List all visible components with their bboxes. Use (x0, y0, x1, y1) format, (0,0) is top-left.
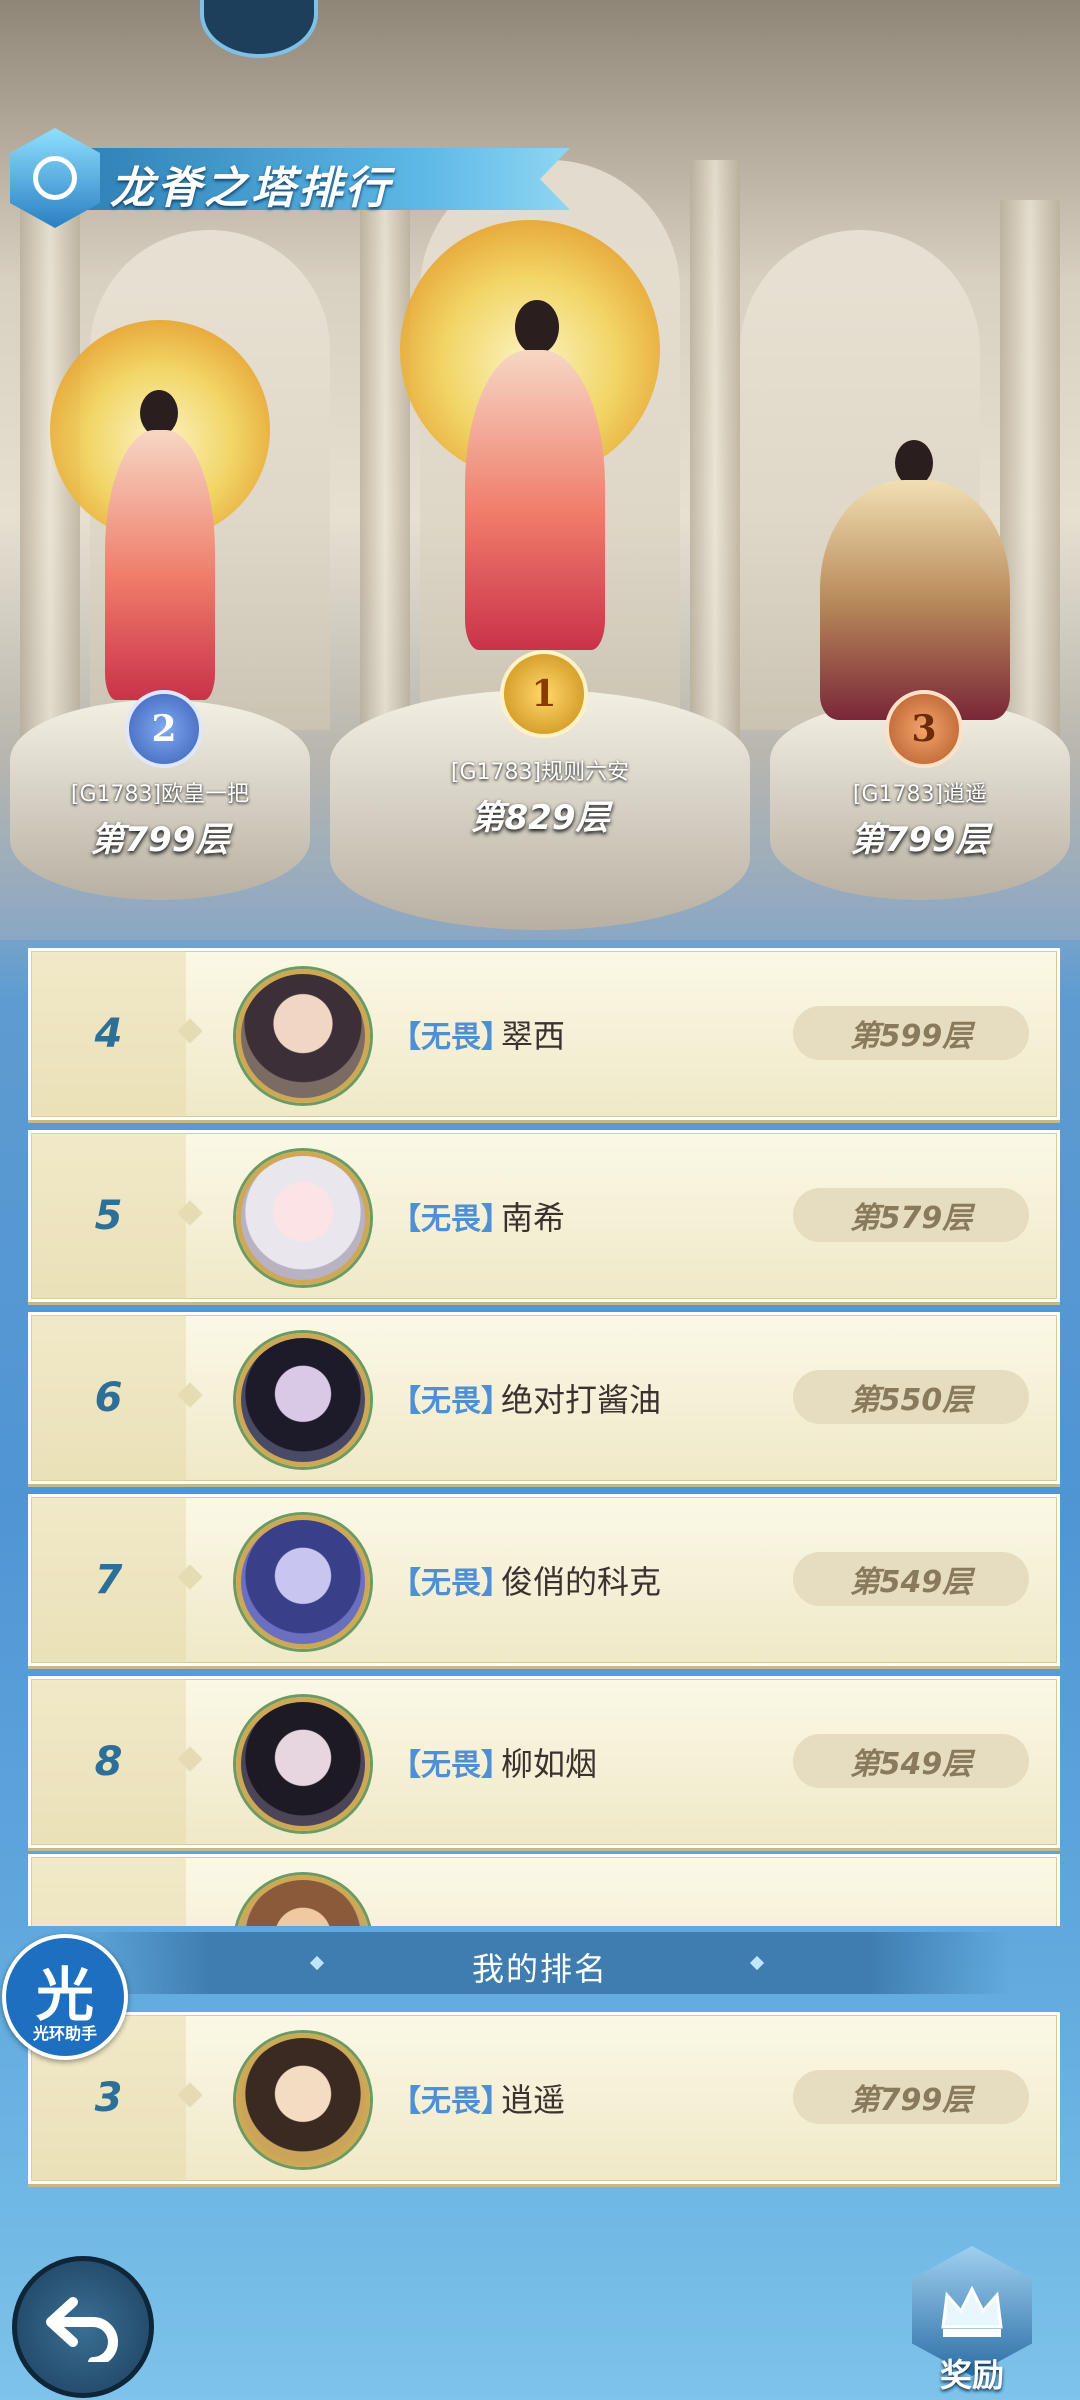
floor-badge: 第599层 (793, 1006, 1029, 1060)
ranking-row[interactable]: 4 【无畏】 翠西 第599层 (28, 948, 1060, 1120)
avatar[interactable] (236, 969, 370, 1103)
ranking-row[interactable]: 6 【无畏】 绝对打酱油 第550层 (28, 1312, 1060, 1484)
back-button[interactable] (12, 2256, 154, 2398)
my-rank-row[interactable]: 3 【无畏】 逍遥 第799层 (28, 2012, 1060, 2184)
my-rank-label: 我的排名 (471, 1950, 608, 1988)
pillar (360, 160, 410, 760)
floor-badge: 第799层 (793, 2070, 1029, 2124)
floor-badge: 第550层 (793, 1370, 1029, 1424)
rank-medal-second: 2 (125, 690, 203, 768)
avatar[interactable] (236, 1697, 370, 1831)
podium-name-first: [G1783]规则六安 (450, 760, 630, 785)
rank-number: 6 (94, 1375, 123, 1421)
ranking-row[interactable] (28, 1854, 1060, 1926)
avatar[interactable] (236, 2033, 370, 2167)
podium-floor-first: 第829层 (470, 798, 610, 838)
crown-icon (941, 2285, 1003, 2337)
podium-name-second: [G1783]欧皇一把 (70, 782, 250, 807)
player-name: 翠西 (501, 1017, 566, 1055)
reward-label[interactable]: 奖励 (912, 2350, 1032, 2396)
avatar[interactable] (236, 1875, 370, 1926)
avatar[interactable] (236, 1151, 370, 1285)
ranking-row-partial[interactable] (0, 1854, 1080, 1926)
player-name: 绝对打酱油 (501, 1381, 662, 1419)
guild-tag: 【无畏】 (391, 1384, 511, 1419)
avatar[interactable] (236, 1515, 370, 1649)
page-title-banner: 龙脊之塔排行 (10, 128, 575, 228)
player-name: 南希 (501, 1199, 566, 1237)
halo-assistant-button[interactable]: 光 光环助手 (2, 1934, 128, 2060)
podium-floor-second: 第799层 (90, 820, 230, 860)
tower-emblem-icon (10, 128, 100, 228)
rank-medal-first: 1 (500, 650, 588, 738)
halo-assistant-label: 光环助手 (32, 2024, 97, 2043)
rank-number: 8 (94, 1739, 123, 1785)
player-name: 柳如烟 (501, 1745, 598, 1783)
floor-badge: 第549层 (793, 1734, 1029, 1788)
rank-number: 7 (94, 1557, 123, 1603)
guild-tag: 【无畏】 (391, 1020, 511, 1055)
page-title: 龙脊之塔排行 (110, 163, 392, 214)
player-name: 逍遥 (501, 2081, 566, 2119)
pillar (690, 160, 740, 760)
floor-badge: 第549层 (793, 1552, 1029, 1606)
ranking-row[interactable]: 8 【无畏】 柳如烟 第549层 (28, 1676, 1060, 1848)
guild-tag: 【无畏】 (391, 1748, 511, 1783)
ranking-row[interactable]: 5 【无畏】 南希 第579层 (28, 1130, 1060, 1302)
podium-name-third: [G1783]逍遥 (852, 782, 988, 807)
floor-badge: 第579层 (793, 1188, 1029, 1242)
guild-tag: 【无畏】 (391, 1202, 511, 1237)
avatar[interactable] (236, 1333, 370, 1467)
rank-number: 5 (94, 1193, 123, 1239)
podium-floor-third: 第799层 (850, 820, 990, 860)
rank-number: 4 (94, 1011, 123, 1057)
rank-medal-third: 3 (885, 690, 963, 768)
guild-tag: 【无畏】 (391, 1566, 511, 1601)
guild-tag: 【无畏】 (391, 2084, 511, 2119)
player-name: 俊俏的科克 (501, 1563, 662, 1601)
ranking-row[interactable]: 7 【无畏】 俊俏的科克 第549层 (28, 1494, 1060, 1666)
back-arrow-icon (46, 2297, 118, 2362)
